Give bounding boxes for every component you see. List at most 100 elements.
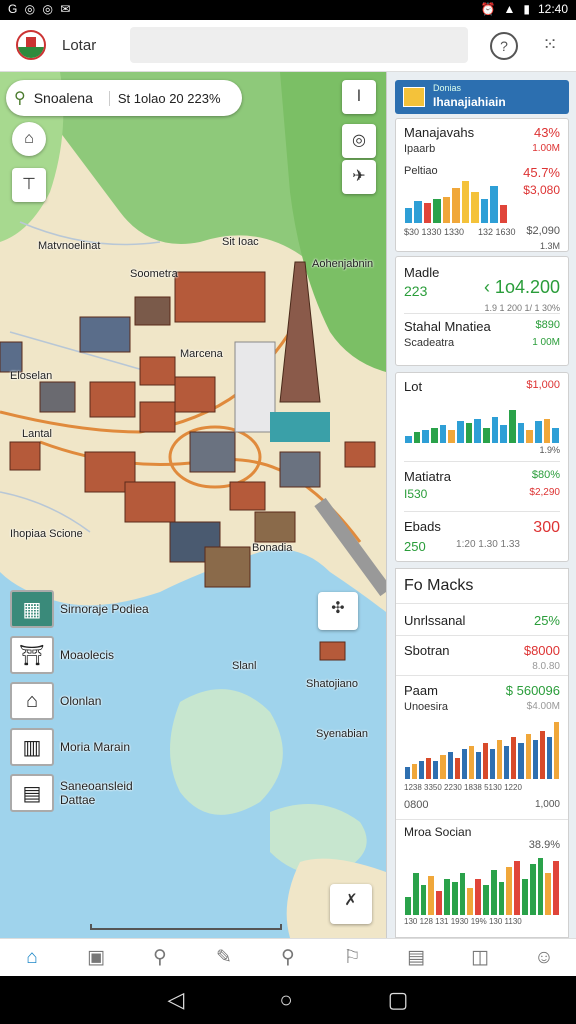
map-view[interactable]: ⚲ Snoalena St 1olao 20 223% ǀ ◎ ✈ ⌂ ⊤ ✣ … bbox=[0, 72, 386, 938]
chart-bar bbox=[490, 870, 497, 915]
map-label: Slanl bbox=[232, 660, 257, 672]
calendar-icon[interactable]: ▤ bbox=[396, 946, 436, 969]
chart-bar bbox=[497, 740, 503, 779]
map-search-pill[interactable]: ⚲ Snoalena St 1olao 20 223% bbox=[6, 80, 242, 116]
locate-icon[interactable]: ◎ bbox=[342, 124, 376, 158]
chart-bar bbox=[448, 429, 455, 443]
pagoda-icon: ⌂ bbox=[10, 682, 54, 720]
recents-icon[interactable]: ▢ bbox=[388, 987, 409, 1013]
chart-bar bbox=[412, 764, 418, 779]
map-search-label: Snoalena bbox=[33, 90, 93, 106]
chart-bar bbox=[535, 421, 542, 443]
metrics-bar-chart-2 bbox=[404, 855, 560, 915]
card-metrics[interactable]: Fo Macks Unrlssanal 25% Sbotran $8000 8.… bbox=[395, 568, 569, 938]
chart-bar bbox=[405, 897, 411, 915]
card-mode[interactable]: Madle 223 ‹ 1o4.200 1.9 1 200 1/ 1 30% S… bbox=[395, 256, 569, 366]
chart-bar bbox=[525, 734, 531, 779]
panel-header: Donias Ihanajiahiain bbox=[395, 80, 569, 114]
edit-icon[interactable]: ✎ bbox=[204, 946, 244, 969]
chart-bar bbox=[509, 410, 516, 443]
tick-label: 130 128 131 1930 19% 130 1130 bbox=[404, 917, 522, 926]
profile-icon[interactable]: ☺ bbox=[524, 947, 564, 969]
chart-bar bbox=[422, 429, 429, 443]
card-value: 223 bbox=[404, 283, 428, 299]
card-big-value: ‹ 1o4.200 bbox=[483, 277, 560, 297]
chart-bar bbox=[545, 873, 552, 915]
search-icon[interactable]: ⚲ bbox=[140, 946, 180, 969]
map-label: Aohenjabnin bbox=[312, 258, 374, 270]
compass-icon[interactable]: ⌂ bbox=[12, 122, 46, 156]
metric-sub: 8.0.80 bbox=[532, 661, 560, 672]
map-label: Eloselan bbox=[10, 370, 53, 382]
row-sub-label: Scadeatra bbox=[404, 337, 455, 349]
layer-item[interactable]: ▦ Sirnoraje Podiea bbox=[10, 590, 149, 628]
chart-bar bbox=[426, 758, 432, 779]
app-logo-icon[interactable] bbox=[16, 30, 46, 60]
search-help-icon[interactable]: ? bbox=[490, 32, 518, 60]
row-value: 45.7% bbox=[523, 165, 560, 180]
home-icon[interactable]: ⌂ bbox=[12, 947, 52, 969]
info-icon[interactable]: ǀ bbox=[342, 80, 376, 114]
book-icon[interactable]: ◫ bbox=[460, 946, 500, 969]
metric-label: Unrlssanal bbox=[404, 613, 466, 628]
home-circle-icon[interactable]: ○ bbox=[279, 987, 292, 1013]
route-icon[interactable]: ⚐ bbox=[332, 946, 372, 969]
chart-bar bbox=[457, 421, 464, 443]
layer-item[interactable]: ⌂ Olonlan bbox=[10, 682, 101, 720]
route-icon[interactable]: ✈ bbox=[342, 160, 376, 194]
layer-item[interactable]: ▤ Saneoansleid Dattae bbox=[10, 774, 150, 812]
chart-bar bbox=[518, 743, 524, 779]
more-options-icon[interactable]: ⁙ bbox=[538, 34, 562, 58]
alarm-icon: ⏰ bbox=[480, 2, 496, 16]
chart-bar bbox=[420, 885, 427, 915]
expand-icon[interactable]: ✣ bbox=[318, 592, 358, 630]
explore-icon[interactable]: ⚲ bbox=[268, 946, 308, 969]
row-sub-value: $3,080 bbox=[523, 183, 560, 197]
row-label: Matiatra bbox=[404, 469, 451, 484]
app-title: Lotar bbox=[62, 37, 97, 54]
layer-item[interactable]: ▥ Moria Marain bbox=[10, 728, 130, 766]
card-lot[interactable]: Lot $1,000 1.9% Matiatra $80% I530 $2,29… bbox=[395, 372, 569, 562]
chart-title: Mroa Socian bbox=[404, 825, 472, 839]
metrics-title: Fo Macks bbox=[404, 577, 474, 594]
chart-bar bbox=[405, 207, 413, 223]
chart-bar bbox=[483, 427, 490, 443]
chart-bar bbox=[499, 205, 507, 223]
chart-bar bbox=[440, 755, 446, 779]
back-icon[interactable]: ◁ bbox=[167, 987, 184, 1013]
clock: 12:40 bbox=[537, 2, 568, 16]
chart-bar bbox=[412, 873, 419, 915]
layer-item[interactable]: ⛩ Moaolecis bbox=[10, 636, 114, 674]
tick-value: $2,090 bbox=[526, 225, 560, 237]
chart-bar bbox=[454, 758, 460, 779]
chart-bar bbox=[433, 761, 439, 779]
top-search-input[interactable] bbox=[130, 27, 468, 63]
map-label: Matvnoelinat bbox=[38, 240, 101, 252]
chart-bar bbox=[546, 737, 552, 779]
row-label: Peltiao bbox=[404, 165, 438, 177]
map-label: Soometra bbox=[130, 268, 178, 280]
building-icon: ▥ bbox=[10, 728, 54, 766]
chart-bar bbox=[461, 749, 467, 779]
chart-bar bbox=[490, 185, 498, 223]
chart-bar bbox=[539, 731, 545, 779]
card-overview[interactable]: Manajavahs 43% Ipaarb 1.00M Peltiao 45.7… bbox=[395, 118, 569, 252]
bottom-nav: ⌂ ▣ ⚲ ✎ ⚲ ⚐ ▤ ◫ ☺ bbox=[0, 938, 576, 976]
card-value: 43% bbox=[533, 125, 560, 140]
chart-bar bbox=[490, 749, 496, 779]
tick-label: $30 1330 1330 bbox=[404, 227, 465, 237]
tick-sub: 1.3M bbox=[539, 241, 560, 251]
chart-bar bbox=[439, 425, 447, 443]
chart-bar bbox=[428, 876, 435, 915]
card-title: Lot bbox=[404, 379, 423, 394]
app-bar: Lotar ? ⁙ bbox=[0, 20, 576, 72]
metric-value: 25% bbox=[533, 613, 560, 628]
chart-bar bbox=[467, 888, 474, 915]
chart-bar bbox=[552, 427, 559, 443]
row-ticks: 1:20 1.30 1.33 bbox=[456, 539, 520, 550]
measure-icon[interactable]: ✗ bbox=[330, 884, 372, 924]
layers-icon[interactable]: ⊤ bbox=[12, 168, 46, 202]
library-icon[interactable]: ▣ bbox=[76, 946, 116, 969]
chart-bar bbox=[442, 196, 451, 223]
notification-icons: G ◎ ◎ ✉ bbox=[8, 2, 73, 16]
